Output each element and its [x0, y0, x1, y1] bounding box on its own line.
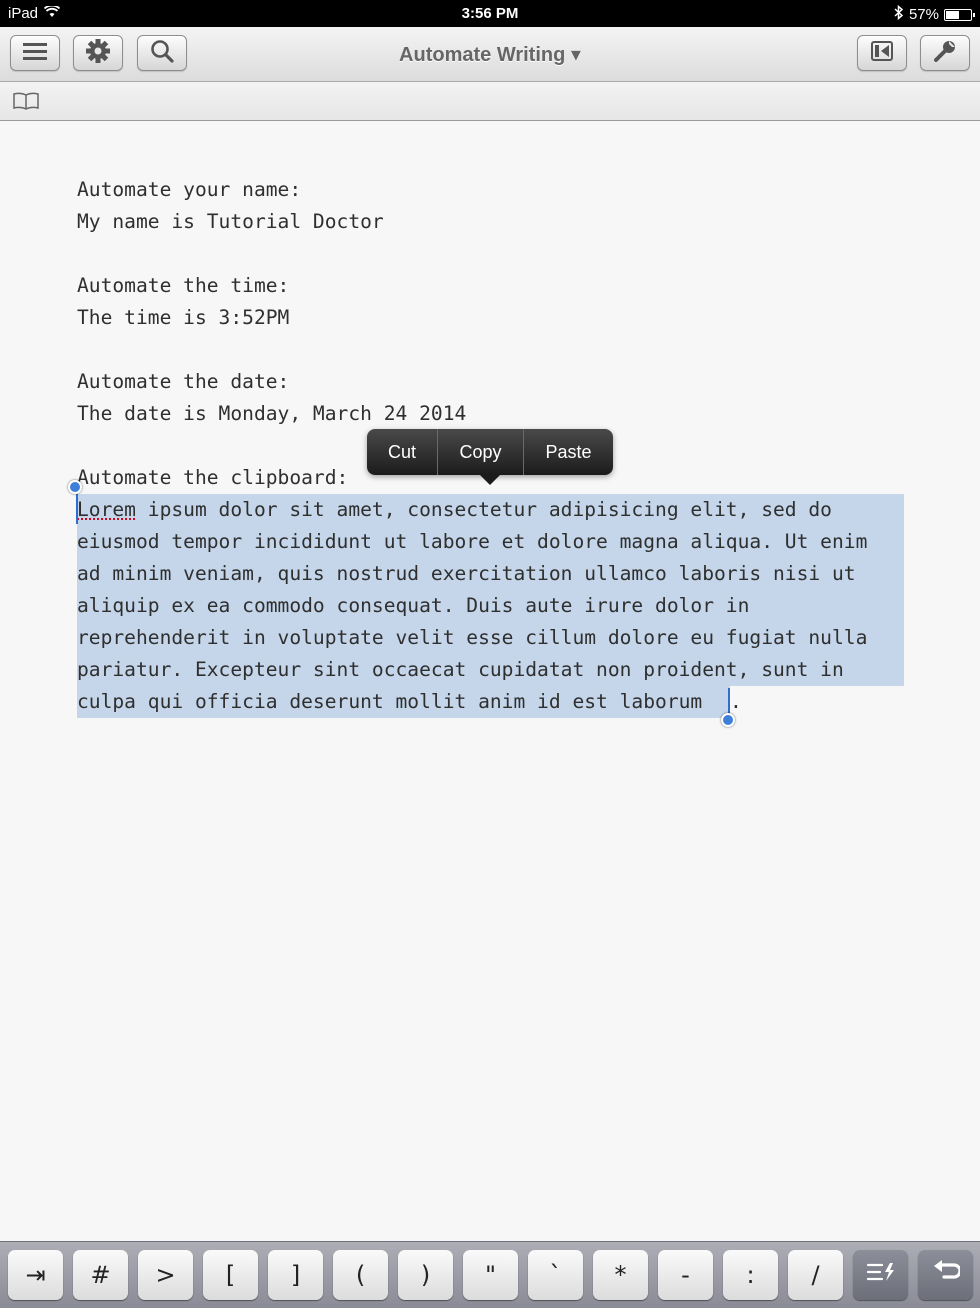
selected-text: culpa qui officia deserunt mollit anim i… [77, 690, 702, 713]
selected-line[interactable]: ad minim veniam, quis nostrud exercitati… [77, 558, 917, 590]
colon-key[interactable]: : [723, 1250, 778, 1300]
hyphen-key[interactable]: - [658, 1250, 713, 1300]
preview-button[interactable] [857, 35, 907, 71]
text-line[interactable]: Automate the time: [77, 270, 917, 302]
trailing-text: . [730, 690, 742, 713]
selection-highlight: Lorem ipsum dolor sit amet, consectetur … [77, 494, 904, 526]
bluetooth-icon [894, 5, 904, 24]
battery-icon [944, 9, 972, 21]
text-line[interactable] [77, 334, 917, 366]
selection-end-handle[interactable] [721, 713, 735, 727]
text-line[interactable]: The date is Monday, March 24 2014 [77, 398, 917, 430]
text-line[interactable] [77, 238, 917, 270]
undo-button[interactable] [918, 1250, 973, 1300]
preview-icon [871, 41, 893, 66]
selection-highlight: eiusmod tempor incididunt ut labore et d… [77, 526, 904, 558]
close-paren-key[interactable]: ) [398, 1250, 453, 1300]
selected-line[interactable]: reprehenderit in voluptate velit esse ci… [77, 622, 917, 654]
edit-menu: Cut Copy Paste [367, 429, 613, 475]
book-icon[interactable] [13, 92, 39, 115]
selection-highlight: pariatur. Excepteur sint occaecat cupida… [77, 654, 904, 686]
selected-line[interactable]: culpa qui officia deserunt mollit anim i… [77, 686, 917, 718]
selected-line[interactable]: pariatur. Excepteur sint occaecat cupida… [77, 654, 917, 686]
selection-highlight: reprehenderit in voluptate velit esse ci… [77, 622, 904, 654]
greater-than-key[interactable]: > [138, 1250, 193, 1300]
wrench-icon [933, 39, 957, 68]
secondary-bar [0, 82, 980, 121]
cut-menu-item[interactable]: Cut [367, 429, 437, 475]
selection-highlight: ad minim veniam, quis nostrud exercitati… [77, 558, 904, 590]
status-bar: iPad 3:56 PM 57% [0, 0, 980, 27]
menu-pointer [479, 474, 501, 485]
text-line[interactable]: Automate the date: [77, 366, 917, 398]
quote-key[interactable]: " [463, 1250, 518, 1300]
format-icon [866, 1261, 896, 1289]
selected-text: aliquip ex ea commodo consequat. Duis au… [77, 594, 749, 617]
document-title[interactable]: Automate Writing ▾ [0, 42, 980, 67]
selected-line[interactable]: Lorem ipsum dolor sit amet, consectetur … [77, 494, 917, 526]
selected-text: ipsum dolor sit amet, consectetur adipis… [136, 498, 832, 521]
tools-button[interactable] [920, 35, 970, 71]
status-right: 57% [894, 5, 972, 24]
tab-key[interactable]: ⇥ [8, 1250, 63, 1300]
selected-text: pariatur. Excepteur sint occaecat cupida… [77, 658, 844, 681]
selected-line[interactable]: aliquip ex ea commodo consequat. Duis au… [77, 590, 917, 622]
selected-text: reprehenderit in voluptate velit esse ci… [77, 626, 867, 649]
selection-start-handle[interactable] [68, 480, 82, 494]
slash-key[interactable]: / [788, 1250, 843, 1300]
status-time: 3:56 PM [0, 5, 980, 22]
selection-highlight: aliquip ex ea commodo consequat. Duis au… [77, 590, 904, 622]
paste-menu-item[interactable]: Paste [524, 429, 613, 475]
text-line[interactable]: The time is 3:52PM [77, 302, 917, 334]
keyboard-accessory-bar: ⇥ # > [ ] ( ) " ` * - : / [0, 1241, 980, 1308]
selection-highlight: culpa qui officia deserunt mollit anim i… [77, 686, 730, 718]
text-line[interactable]: My name is Tutorial Doctor [77, 206, 917, 238]
format-button[interactable] [853, 1250, 908, 1300]
copy-menu-item[interactable]: Copy [438, 429, 523, 475]
battery-percent: 57% [909, 6, 939, 23]
misspelled-word[interactable]: Lorem [77, 498, 136, 521]
open-paren-key[interactable]: ( [333, 1250, 388, 1300]
hash-key[interactable]: # [73, 1250, 128, 1300]
open-bracket-key[interactable]: [ [203, 1250, 258, 1300]
battery-fill [946, 11, 959, 19]
top-toolbar: Automate Writing ▾ [0, 27, 980, 82]
selected-text: ad minim veniam, quis nostrud exercitati… [77, 562, 856, 585]
selected-text: eiusmod tempor incididunt ut labore et d… [77, 530, 867, 553]
backtick-key[interactable]: ` [528, 1250, 583, 1300]
selected-line[interactable]: eiusmod tempor incididunt ut labore et d… [77, 526, 917, 558]
selection-start-caret [76, 494, 78, 524]
text-line[interactable]: Automate your name: [77, 174, 917, 206]
close-bracket-key[interactable]: ] [268, 1250, 323, 1300]
undo-icon [932, 1260, 960, 1290]
asterisk-key[interactable]: * [593, 1250, 648, 1300]
